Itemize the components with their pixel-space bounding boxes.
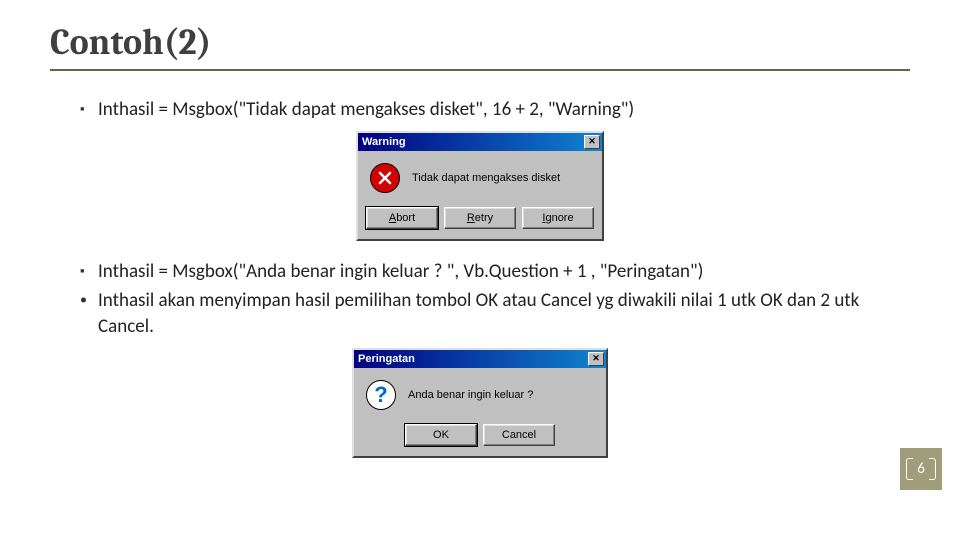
msgbox-body-2: ? Anda benar ingin keluar ? (354, 368, 606, 420)
question-icon: ? (366, 380, 396, 410)
ignore-button[interactable]: Ignore (522, 207, 594, 229)
bullet-item-2: Inthasil = Msgbox("Anda benar ingin kelu… (80, 259, 910, 285)
msgbox-question: Peringatan ✕ ? Anda benar ingin keluar ?… (352, 348, 608, 458)
msgbox-body: Tidak dapat mengakses disket (358, 151, 602, 203)
page-number-badge: 6 (900, 448, 942, 490)
close-button-2[interactable]: ✕ (588, 352, 604, 366)
msgbox-2-wrap: Peringatan ✕ ? Anda benar ingin keluar ?… (50, 348, 910, 458)
msgbox-1-wrap: Warning ✕ Tidak dapat mengakses disket A… (50, 131, 910, 241)
button-row-2: OK Cancel (354, 420, 606, 456)
cancel-button[interactable]: Cancel (483, 424, 555, 446)
retry-rest: etry (475, 212, 493, 224)
bullet-item-3: Inthasil akan menyimpan hasil pemilihan … (80, 288, 910, 339)
titlebar-text-2: Peringatan (358, 353, 588, 365)
ignore-rest: gnore (545, 212, 573, 224)
titlebar-text: Warning (362, 136, 584, 148)
close-button[interactable]: ✕ (584, 135, 600, 149)
msgbox-message: Tidak dapat mengakses disket (412, 172, 592, 184)
critical-icon (370, 163, 400, 193)
abort-button[interactable]: Abort (366, 207, 438, 229)
msgbox-warning: Warning ✕ Tidak dapat mengakses disket A… (356, 131, 604, 241)
titlebar: Warning ✕ (358, 133, 602, 151)
msgbox-message-2: Anda benar ingin keluar ? (408, 389, 596, 401)
button-row: Abort Retry Ignore (358, 203, 602, 239)
bullet-list: Inthasil = Msgbox("Tidak dapat mengakses… (50, 97, 910, 123)
page-title: Contoh(2) (50, 22, 910, 71)
abort-rest: bort (396, 212, 415, 224)
page-number: 6 (917, 460, 925, 478)
bullet-list-2: Inthasil = Msgbox("Anda benar ingin kelu… (50, 259, 910, 340)
retry-button[interactable]: Retry (444, 207, 516, 229)
titlebar-2: Peringatan ✕ (354, 350, 606, 368)
slide: Contoh(2) Inthasil = Msgbox("Tidak dapat… (0, 0, 960, 458)
bullet-item-1: Inthasil = Msgbox("Tidak dapat mengakses… (80, 97, 910, 123)
ok-button[interactable]: OK (405, 424, 477, 446)
